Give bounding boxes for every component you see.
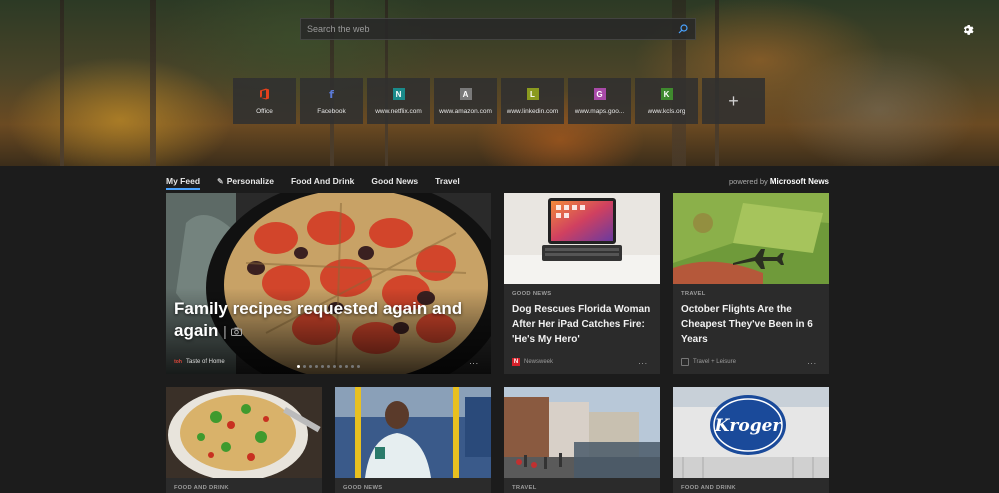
hero-story-title-text: Family recipes requested again and again [174,299,463,340]
carousel-dot[interactable] [357,365,360,368]
tab-personalize[interactable]: ✎ Personalize [217,176,274,186]
camera-icon [230,321,242,340]
carousel-dot[interactable] [309,365,312,368]
carousel-dot[interactable] [297,365,300,368]
search-icon[interactable] [677,23,689,35]
story-card[interactable]: GOOD NEWS [335,387,491,493]
hero-story-card[interactable]: Family recipes requested again and again… [166,193,491,374]
tab-food-and-drink[interactable]: Food And Drink [291,176,354,186]
tab-travel[interactable]: Travel [435,176,460,186]
carousel-dot[interactable] [351,365,354,368]
hero-story-title[interactable]: Family recipes requested again and again… [174,298,474,342]
card-title[interactable]: Dog Rescues Florida Woman After Her iPad… [512,302,652,347]
card-title[interactable]: October Flights Are the Cheapest They've… [681,302,821,347]
powered-by[interactable]: powered by Microsoft News [729,177,829,186]
settings-gear-icon[interactable] [958,20,976,38]
card-category: TRAVEL [512,485,537,491]
source-name: Taste of Home [186,359,225,365]
tab-good-news[interactable]: Good News [371,176,418,186]
carousel-dots [297,365,360,368]
top-site-label: Facebook [317,108,346,115]
gallery-separator: | [223,323,231,339]
letter-n-icon: N [392,88,405,100]
top-site-label: www.amazon.com [439,108,492,115]
carousel-dot[interactable] [339,365,342,368]
story-card[interactable]: FOOD AND DRINK [166,387,322,493]
powered-by-brand: Microsoft News [769,176,829,186]
carousel-dot[interactable] [321,365,324,368]
more-options-button[interactable]: ... [807,357,817,366]
pizza-image [166,193,491,374]
top-site-facebook[interactable]: f Facebook [300,78,363,124]
card-category: GOOD NEWS [343,485,383,491]
carousel-dot[interactable] [345,365,348,368]
office-icon [259,88,271,100]
kroger-store-image: Kroger [673,387,829,478]
carousel-dot[interactable] [315,365,318,368]
source-name: Newsweek [524,359,554,365]
transit-worker-image [335,387,491,478]
card-category: FOOD AND DRINK [174,485,229,491]
card-source: Travel + Leisure [681,358,736,366]
add-site-button[interactable]: + [702,78,765,124]
letter-l-icon: L [526,88,539,100]
letter-g-icon: G [593,88,606,100]
letter-k-icon: K [660,88,673,100]
city-street-image [504,387,660,478]
newsweek-icon: N [512,358,520,366]
more-options-button[interactable]: ... [469,357,479,366]
tab-personalize-label: Personalize [226,176,274,186]
kroger-logo-text: Kroger [714,416,783,436]
travel-leisure-icon [681,358,689,366]
top-site-linkedin[interactable]: L www.linkedin.com [501,78,564,124]
search-box[interactable] [300,18,696,40]
more-options-button[interactable]: ... [638,357,648,366]
card-category: FOOD AND DRINK [681,485,736,491]
top-site-netflix[interactable]: N www.netflix.com [367,78,430,124]
card-category: TRAVEL [681,291,706,297]
card-category: GOOD NEWS [512,291,552,297]
search-input[interactable] [307,24,677,34]
source-name: Travel + Leisure [693,359,736,365]
story-card[interactable]: GOOD NEWS Dog Rescues Florida Woman Afte… [504,193,660,374]
top-site-amazon[interactable]: A www.amazon.com [434,78,497,124]
top-site-label: Office [256,108,273,115]
carousel-dot[interactable] [333,365,336,368]
card-source: N Newsweek [512,358,553,366]
top-site-label: www.netflix.com [375,108,422,115]
story-card[interactable]: TRAVEL [504,387,660,493]
feed-nav: My Feed ✎ Personalize Food And Drink Goo… [166,173,829,190]
top-site-office[interactable]: Office [233,78,296,124]
ipad-image [504,193,660,284]
top-site-label: www.maps.goo... [574,108,625,115]
top-site-label: www.linkedin.com [506,108,559,115]
pasta-image [166,387,322,478]
top-site-label: www.kcls.org [647,108,686,115]
top-sites: Office f Facebook N www.netflix.com A ww… [233,78,765,124]
top-site-maps[interactable]: G www.maps.goo... [568,78,631,124]
top-site-kcls[interactable]: K www.kcls.org [635,78,698,124]
carousel-dot[interactable] [327,365,330,368]
hero-story-source: toh Taste of Home [174,358,225,366]
powered-by-prefix: powered by [729,176,768,186]
taste-of-home-logo-icon: toh [174,359,182,365]
story-card[interactable]: Kroger FOOD AND DRINK [673,387,829,493]
plus-icon: + [728,90,739,111]
airplane-field-image [673,193,829,284]
pencil-icon: ✎ [217,176,224,186]
tab-my-feed[interactable]: My Feed [166,176,201,190]
letter-a-icon: A [459,88,472,100]
carousel-dot[interactable] [303,365,306,368]
facebook-icon: f [329,87,334,101]
story-card[interactable]: TRAVEL October Flights Are the Cheapest … [673,193,829,374]
